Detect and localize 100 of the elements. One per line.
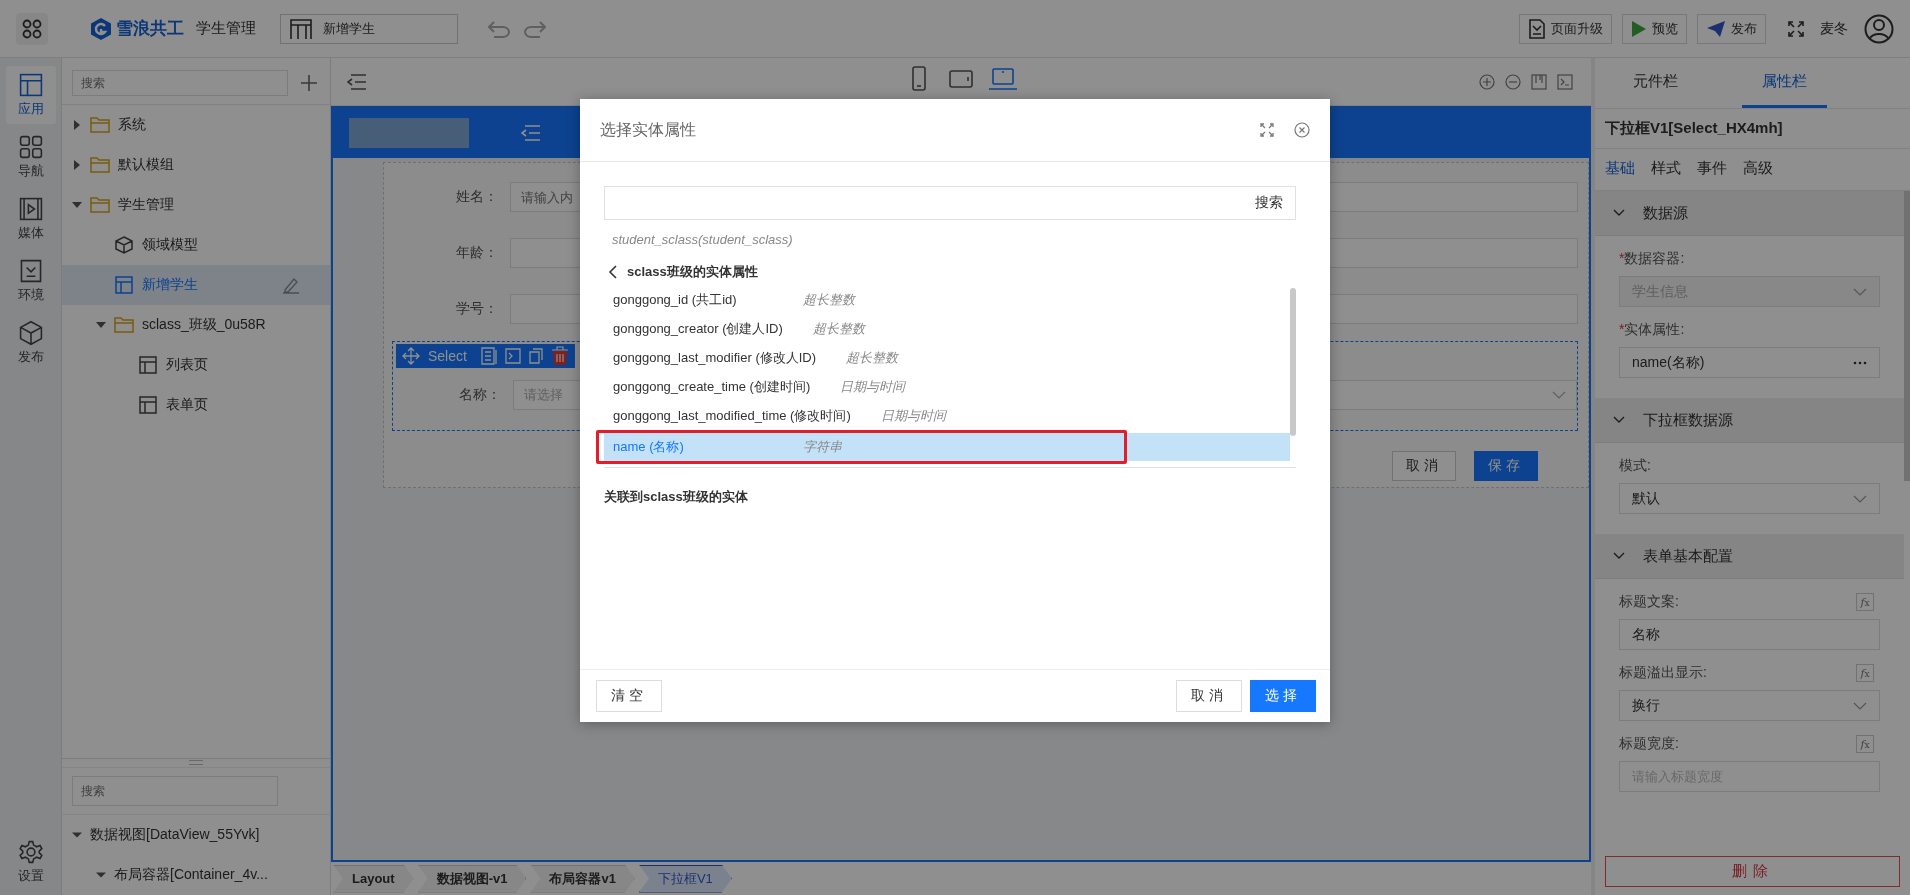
collapse-menu-icon[interactable] xyxy=(347,73,367,90)
rail-nav-item[interactable]: 导航 xyxy=(5,128,56,186)
copy-icon[interactable] xyxy=(528,348,543,364)
brand-name: 雪浪共工 xyxy=(116,18,184,40)
attribute-row[interactable]: gonggong_last_modified_time (修改时间) 日期与时间 xyxy=(604,402,1290,430)
tree-item[interactable]: sclass_班级_0u58R xyxy=(62,305,330,345)
breadcrumb-item[interactable]: 数据视图-v1 xyxy=(417,864,527,893)
scrollbar-thumb[interactable] xyxy=(1290,288,1296,436)
tree-item[interactable]: 系统 xyxy=(62,105,330,145)
edit-icon[interactable] xyxy=(282,276,300,294)
form-button[interactable]: 保存 xyxy=(1474,451,1538,481)
folder-icon xyxy=(90,116,110,134)
chevron-down-icon xyxy=(1552,391,1566,399)
property-label: 标题溢出显示: xyxy=(1619,664,1707,682)
device-toggle-icon[interactable] xyxy=(988,66,1018,92)
form-button[interactable]: 取消 xyxy=(1392,451,1456,481)
property-select[interactable]: 换行 xyxy=(1619,690,1880,721)
app-grid-logo[interactable] xyxy=(16,12,48,45)
settings-nav-item[interactable]: 设置 xyxy=(5,833,56,891)
tree-search-field[interactable]: 搜索 xyxy=(72,70,288,96)
redo-icon[interactable] xyxy=(522,19,548,38)
entity-name: student_sclass(student_sclass) xyxy=(611,231,794,249)
layout-icon[interactable] xyxy=(1531,73,1547,90)
property-tab[interactable]: 样式 xyxy=(1651,159,1681,178)
page-layout-icon xyxy=(138,356,158,374)
property-tab[interactable]: 事件 xyxy=(1697,159,1727,178)
brand-logo-icon xyxy=(90,16,112,41)
rail-nav-item[interactable]: 环境 xyxy=(5,252,56,310)
clear-button[interactable]: 清空 xyxy=(596,680,662,712)
fullscreen-icon[interactable] xyxy=(1788,20,1804,37)
attribute-row[interactable]: gonggong_create_time (创建时间) 日期与时间 xyxy=(604,373,1290,401)
tree-item[interactable]: 学生管理 xyxy=(62,185,330,225)
breadcrumb-item[interactable]: 布局容器v1 xyxy=(530,864,635,893)
close-icon[interactable] xyxy=(1294,122,1310,138)
breadcrumb-item[interactable]: 下拉框V1 xyxy=(638,864,732,893)
cube-icon xyxy=(17,320,44,346)
terminal-icon[interactable] xyxy=(1557,73,1573,90)
outline-search-field[interactable]: 搜索 xyxy=(72,776,278,806)
field-label: 年龄： xyxy=(455,244,499,262)
section-header[interactable]: 下拉框数据源 xyxy=(1595,398,1904,443)
property-picker[interactable]: name(名称) xyxy=(1619,347,1880,378)
tree-item[interactable]: 列表页 xyxy=(62,345,330,385)
video-icon xyxy=(17,196,44,222)
zoom-out-icon[interactable] xyxy=(1505,73,1521,90)
settings-icon xyxy=(17,839,44,865)
menu-icon[interactable] xyxy=(521,125,541,141)
attribute-row[interactable]: gonggong_id (共工id) 超长整数 xyxy=(604,286,1290,314)
breadcrumb-item[interactable]: Layout xyxy=(333,864,414,893)
section-header[interactable]: 数据源 xyxy=(1595,191,1904,236)
field-label: 名称： xyxy=(458,386,502,404)
confirm-button[interactable]: 选择 xyxy=(1250,680,1316,712)
tree-item[interactable]: 默认模组 xyxy=(62,145,330,185)
rail-nav-item[interactable]: 应用 xyxy=(5,66,56,124)
document-icon[interactable] xyxy=(480,347,497,365)
zoom-in-icon[interactable] xyxy=(1479,73,1495,90)
rail-nav-item[interactable]: 发布 xyxy=(5,314,56,372)
search-button[interactable]: 搜索 xyxy=(1243,194,1295,212)
panel-tab[interactable]: 属性栏 xyxy=(1742,58,1827,108)
maximize-icon[interactable] xyxy=(1260,123,1274,137)
component-type-label: Select xyxy=(428,348,467,364)
attribute-row[interactable]: gonggong_creator (创建人ID) 超长整数 xyxy=(604,315,1290,343)
caret-icon xyxy=(72,830,82,840)
outline-item[interactable]: 数据视图[DataView_55Yvk] xyxy=(62,815,330,855)
outline-item[interactable]: 布局容器[Container_4v... xyxy=(62,855,330,895)
search-field[interactable]: 搜索 xyxy=(604,186,1296,220)
caret-icon xyxy=(72,120,82,130)
property-label: 标题宽度: xyxy=(1619,735,1679,753)
caret-icon xyxy=(96,320,106,330)
rail-nav-item[interactable]: 媒体 xyxy=(5,190,56,248)
tree-item[interactable]: 表单页 xyxy=(62,385,330,425)
chevron-down-icon xyxy=(1853,287,1867,296)
section-header[interactable]: 表单基本配置 xyxy=(1595,534,1904,579)
property-label: *实体属性: xyxy=(1619,321,1685,339)
property-input[interactable]: 名称 xyxy=(1619,619,1880,650)
user-name[interactable]: 麦冬 xyxy=(1820,19,1848,38)
document-icon xyxy=(1528,18,1546,39)
user-avatar-icon[interactable] xyxy=(1864,13,1894,44)
folder-icon xyxy=(90,156,110,174)
property-tab[interactable]: 高级 xyxy=(1743,159,1773,178)
attribute-row[interactable]: gonggong_last_modifier (修改人ID) 超长整数 xyxy=(604,344,1290,372)
property-label: 标题文案: xyxy=(1619,593,1679,611)
tree-item[interactable]: 领域模型 xyxy=(62,225,330,265)
grid-icon xyxy=(17,134,44,160)
toolbar-button[interactable]: 页面升级 xyxy=(1519,13,1612,44)
back-icon[interactable] xyxy=(608,265,617,279)
delete-button[interactable]: 删除 xyxy=(1605,856,1900,887)
undo-icon[interactable] xyxy=(486,19,512,38)
page-tab[interactable]: 新增学生 xyxy=(280,13,458,44)
property-tab[interactable]: 基础 xyxy=(1605,159,1635,178)
toolbar-button[interactable]: 预览 xyxy=(1622,13,1687,44)
panel-tab[interactable]: 元件栏 xyxy=(1613,58,1698,108)
property-select[interactable]: 默认 xyxy=(1619,483,1880,514)
toolbar-button[interactable]: 发布 xyxy=(1697,13,1766,44)
ellipsis-icon xyxy=(1853,360,1867,365)
cancel-button[interactable]: 取消 xyxy=(1176,680,1242,712)
add-icon[interactable] xyxy=(300,74,318,92)
page-layout-icon xyxy=(289,17,313,40)
move-icon[interactable] xyxy=(402,347,420,365)
delete-icon[interactable] xyxy=(550,346,569,366)
caret-icon xyxy=(96,870,106,880)
